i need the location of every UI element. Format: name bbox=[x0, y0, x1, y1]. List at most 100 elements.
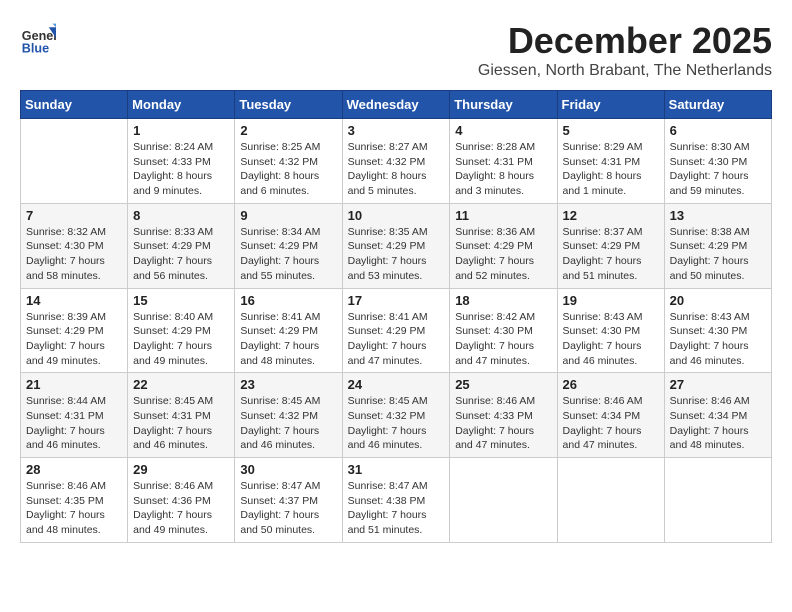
calendar-cell: 21 Sunrise: 8:44 AM Sunset: 4:31 PM Dayli… bbox=[21, 373, 128, 458]
day-number: 5 bbox=[563, 123, 659, 138]
day-info: Sunrise: 8:45 AM Sunset: 4:31 PM Dayligh… bbox=[133, 394, 229, 453]
day-number: 15 bbox=[133, 293, 229, 308]
day-number: 20 bbox=[670, 293, 766, 308]
logo-icon: General Blue bbox=[20, 20, 56, 56]
calendar-cell: 23Sunrise: 8:45 AM Sunset: 4:32 PM Dayli… bbox=[235, 373, 342, 458]
day-number: 25 bbox=[455, 377, 551, 392]
calendar-cell: 6 Sunrise: 8:30 AM Sunset: 4:30 PM Daylig… bbox=[664, 119, 771, 204]
day-info: Sunrise: 8:39 AM Sunset: 4:29 PM Dayligh… bbox=[26, 310, 122, 369]
calendar-cell bbox=[21, 119, 128, 204]
calendar-cell: 29 Sunrise: 8:46 AM Sunset: 4:36 PM Dayli… bbox=[128, 458, 235, 543]
day-info: Sunrise: 8:46 AM Sunset: 4:33 PM Dayligh… bbox=[455, 394, 551, 453]
calendar-cell: 22 Sunrise: 8:45 AM Sunset: 4:31 PM Dayli… bbox=[128, 373, 235, 458]
calendar-cell: 24 Sunrise: 8:45 AM Sunset: 4:32 PM Dayli… bbox=[342, 373, 450, 458]
day-number: 13 bbox=[670, 208, 766, 223]
calendar-cell: 25 Sunrise: 8:46 AM Sunset: 4:33 PM Dayli… bbox=[450, 373, 557, 458]
logo: General Blue bbox=[20, 20, 56, 56]
day-info: Sunrise: 8:33 AM Sunset: 4:29 PM Dayligh… bbox=[133, 225, 229, 284]
day-number: 23 bbox=[240, 377, 336, 392]
calendar-week-4: 21 Sunrise: 8:44 AM Sunset: 4:31 PM Dayli… bbox=[21, 373, 772, 458]
calendar-cell bbox=[557, 458, 664, 543]
calendar-table: SundayMondayTuesdayWednesdayThursdayFrid… bbox=[20, 90, 772, 543]
day-info: Sunrise: 8:30 AM Sunset: 4:30 PM Dayligh… bbox=[670, 140, 766, 199]
day-info: Sunrise: 8:41 AM Sunset: 4:29 PM Dayligh… bbox=[348, 310, 445, 369]
day-info: Sunrise: 8:46 AM Sunset: 4:34 PM Dayligh… bbox=[563, 394, 659, 453]
day-info: Sunrise: 8:44 AM Sunset: 4:31 PM Dayligh… bbox=[26, 394, 122, 453]
calendar-cell: 2 Sunrise: 8:25 AM Sunset: 4:32 PM Daylig… bbox=[235, 119, 342, 204]
calendar-cell bbox=[450, 458, 557, 543]
day-info: Sunrise: 8:45 AM Sunset: 4:32 PM Dayligh… bbox=[348, 394, 445, 453]
day-info: Sunrise: 8:46 AM Sunset: 4:35 PM Dayligh… bbox=[26, 479, 122, 538]
day-info: Sunrise: 8:25 AM Sunset: 4:32 PM Dayligh… bbox=[240, 140, 336, 199]
day-number: 29 bbox=[133, 462, 229, 477]
svg-text:Blue: Blue bbox=[22, 41, 49, 55]
day-info: Sunrise: 8:42 AM Sunset: 4:30 PM Dayligh… bbox=[455, 310, 551, 369]
day-info: Sunrise: 8:43 AM Sunset: 4:30 PM Dayligh… bbox=[563, 310, 659, 369]
location-subtitle: Giessen, North Brabant, The Netherlands bbox=[478, 62, 772, 80]
day-info: Sunrise: 8:28 AM Sunset: 4:31 PM Dayligh… bbox=[455, 140, 551, 199]
calendar-cell: 19 Sunrise: 8:43 AM Sunset: 4:30 PM Dayli… bbox=[557, 288, 664, 373]
day-info: Sunrise: 8:35 AM Sunset: 4:29 PM Dayligh… bbox=[348, 225, 445, 284]
calendar-cell: 18 Sunrise: 8:42 AM Sunset: 4:30 PM Dayli… bbox=[450, 288, 557, 373]
column-header-thursday: Thursday bbox=[450, 91, 557, 119]
day-info: Sunrise: 8:40 AM Sunset: 4:29 PM Dayligh… bbox=[133, 310, 229, 369]
day-number: 28 bbox=[26, 462, 122, 477]
calendar-cell: 26 Sunrise: 8:46 AM Sunset: 4:34 PM Dayli… bbox=[557, 373, 664, 458]
calendar-week-1: 1Sunrise: 8:24 AM Sunset: 4:33 PM Daylig… bbox=[21, 119, 772, 204]
calendar-cell: 8 Sunrise: 8:33 AM Sunset: 4:29 PM Daylig… bbox=[128, 203, 235, 288]
day-number: 21 bbox=[26, 377, 122, 392]
day-number: 18 bbox=[455, 293, 551, 308]
calendar-cell: 20Sunrise: 8:43 AM Sunset: 4:30 PM Dayli… bbox=[664, 288, 771, 373]
day-number: 27 bbox=[670, 377, 766, 392]
calendar-cell: 9 Sunrise: 8:34 AM Sunset: 4:29 PM Daylig… bbox=[235, 203, 342, 288]
column-header-tuesday: Tuesday bbox=[235, 91, 342, 119]
calendar-cell: 14 Sunrise: 8:39 AM Sunset: 4:29 PM Dayli… bbox=[21, 288, 128, 373]
calendar-cell: 7Sunrise: 8:32 AM Sunset: 4:30 PM Daylig… bbox=[21, 203, 128, 288]
day-number: 26 bbox=[563, 377, 659, 392]
column-header-saturday: Saturday bbox=[664, 91, 771, 119]
day-number: 16 bbox=[240, 293, 336, 308]
day-info: Sunrise: 8:34 AM Sunset: 4:29 PM Dayligh… bbox=[240, 225, 336, 284]
day-number: 17 bbox=[348, 293, 445, 308]
calendar-cell: 31Sunrise: 8:47 AM Sunset: 4:38 PM Dayli… bbox=[342, 458, 450, 543]
calendar-cell: 3Sunrise: 8:27 AM Sunset: 4:32 PM Daylig… bbox=[342, 119, 450, 204]
day-number: 12 bbox=[563, 208, 659, 223]
day-number: 14 bbox=[26, 293, 122, 308]
day-number: 24 bbox=[348, 377, 445, 392]
calendar-cell: 12Sunrise: 8:37 AM Sunset: 4:29 PM Dayli… bbox=[557, 203, 664, 288]
calendar-cell: 17 Sunrise: 8:41 AM Sunset: 4:29 PM Dayli… bbox=[342, 288, 450, 373]
day-info: Sunrise: 8:47 AM Sunset: 4:37 PM Dayligh… bbox=[240, 479, 336, 538]
column-header-monday: Monday bbox=[128, 91, 235, 119]
day-number: 19 bbox=[563, 293, 659, 308]
calendar-week-3: 14 Sunrise: 8:39 AM Sunset: 4:29 PM Dayli… bbox=[21, 288, 772, 373]
column-header-friday: Friday bbox=[557, 91, 664, 119]
calendar-header-row: SundayMondayTuesdayWednesdayThursdayFrid… bbox=[21, 91, 772, 119]
calendar-cell: 4 Sunrise: 8:28 AM Sunset: 4:31 PM Daylig… bbox=[450, 119, 557, 204]
day-number: 10 bbox=[348, 208, 445, 223]
calendar-cell: 15 Sunrise: 8:40 AM Sunset: 4:29 PM Dayli… bbox=[128, 288, 235, 373]
day-number: 2 bbox=[240, 123, 336, 138]
day-number: 9 bbox=[240, 208, 336, 223]
calendar-cell: 13 Sunrise: 8:38 AM Sunset: 4:29 PM Dayli… bbox=[664, 203, 771, 288]
day-info: Sunrise: 8:46 AM Sunset: 4:36 PM Dayligh… bbox=[133, 479, 229, 538]
column-header-wednesday: Wednesday bbox=[342, 91, 450, 119]
title-area: December 2025 Giessen, North Brabant, Th… bbox=[478, 20, 772, 80]
day-info: Sunrise: 8:32 AM Sunset: 4:30 PM Dayligh… bbox=[26, 225, 122, 284]
calendar-cell: 10 Sunrise: 8:35 AM Sunset: 4:29 PM Dayli… bbox=[342, 203, 450, 288]
calendar-cell: 16 Sunrise: 8:41 AM Sunset: 4:29 PM Dayli… bbox=[235, 288, 342, 373]
day-info: Sunrise: 8:36 AM Sunset: 4:29 PM Dayligh… bbox=[455, 225, 551, 284]
day-number: 4 bbox=[455, 123, 551, 138]
day-number: 1 bbox=[133, 123, 229, 138]
calendar-cell: 30Sunrise: 8:47 AM Sunset: 4:37 PM Dayli… bbox=[235, 458, 342, 543]
day-info: Sunrise: 8:41 AM Sunset: 4:29 PM Dayligh… bbox=[240, 310, 336, 369]
day-info: Sunrise: 8:29 AM Sunset: 4:31 PM Dayligh… bbox=[563, 140, 659, 199]
calendar-week-2: 7Sunrise: 8:32 AM Sunset: 4:30 PM Daylig… bbox=[21, 203, 772, 288]
calendar-cell: 11Sunrise: 8:36 AM Sunset: 4:29 PM Dayli… bbox=[450, 203, 557, 288]
calendar-cell: 28 Sunrise: 8:46 AM Sunset: 4:35 PM Dayli… bbox=[21, 458, 128, 543]
day-number: 8 bbox=[133, 208, 229, 223]
day-number: 22 bbox=[133, 377, 229, 392]
day-info: Sunrise: 8:38 AM Sunset: 4:29 PM Dayligh… bbox=[670, 225, 766, 284]
page-header: General Blue December 2025 Giessen, Nort… bbox=[20, 20, 772, 80]
day-info: Sunrise: 8:27 AM Sunset: 4:32 PM Dayligh… bbox=[348, 140, 445, 199]
day-number: 6 bbox=[670, 123, 766, 138]
